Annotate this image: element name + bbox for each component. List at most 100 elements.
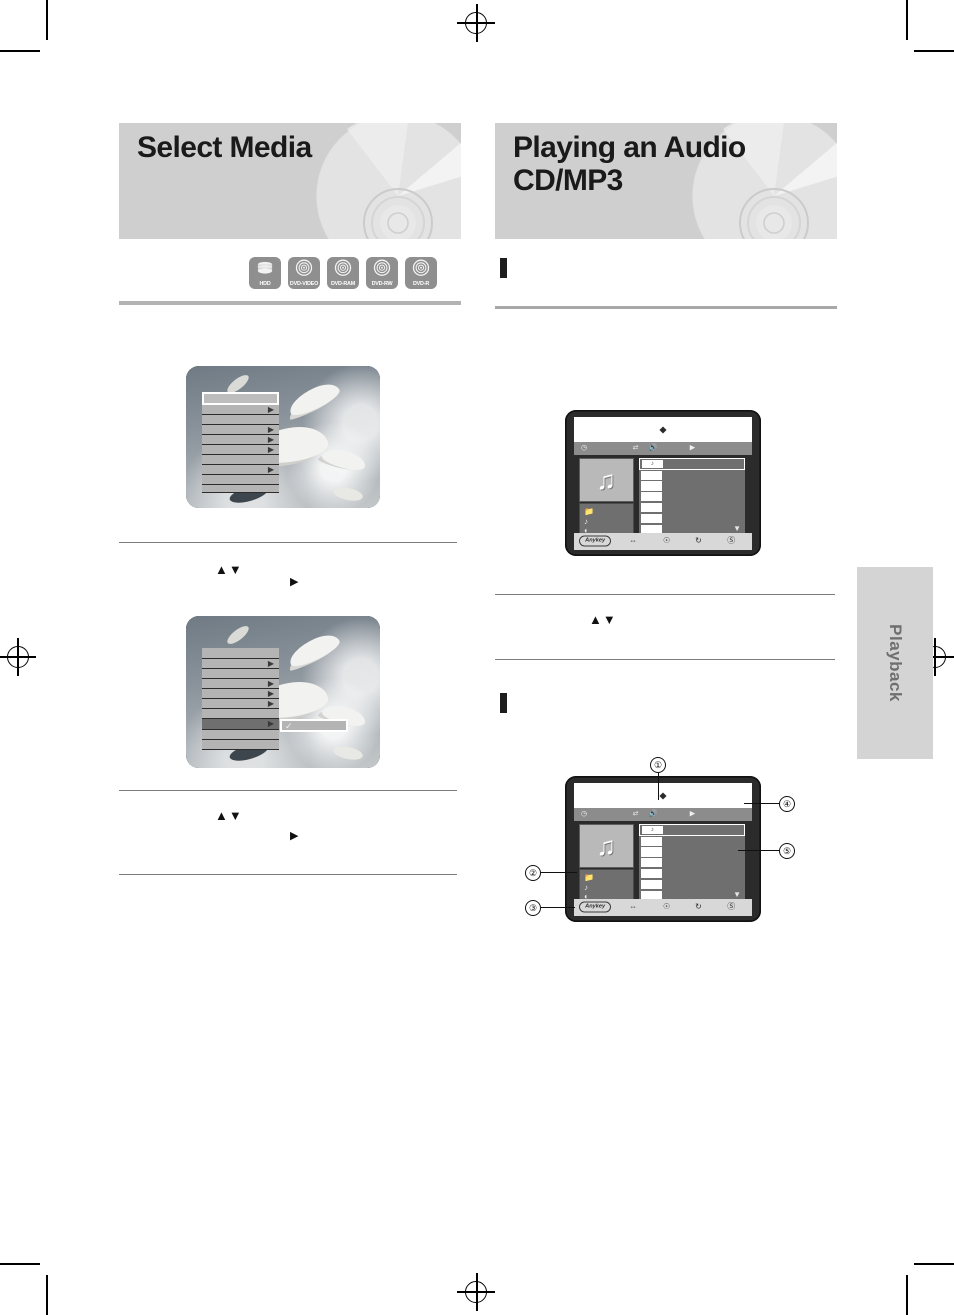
repeat-icon[interactable]: ☉	[663, 903, 670, 911]
osd-menu-item[interactable]: ▶	[202, 445, 279, 455]
player-titlebar	[573, 417, 753, 443]
anykey-button[interactable]: Anykey	[579, 901, 612, 913]
music-note-icon: ♫	[596, 465, 616, 496]
play-icon[interactable]: ▶	[690, 445, 695, 452]
shuffle-icon[interactable]: ⇄	[633, 811, 639, 818]
folder-icon[interactable]: 📁	[584, 508, 594, 516]
chapter-side-tab-label: Playback	[886, 624, 905, 702]
crop-mark-bottom-left-v	[46, 1275, 48, 1315]
crop-mark-bottom-right-h	[914, 1263, 954, 1265]
track-thumbnail: ♪	[642, 459, 663, 468]
track-list[interactable]: ♪ ▼	[639, 458, 746, 536]
track-thumbnail	[641, 858, 663, 868]
callout-marker-3: ③	[525, 900, 541, 916]
check-icon: ✓	[285, 721, 293, 731]
track-list-row[interactable]	[639, 836, 745, 847]
callout-marker-4: ④	[779, 796, 795, 812]
step-glyph-updown-2: ▲▼	[215, 808, 243, 823]
chevron-right-icon: ▶	[267, 678, 274, 688]
info-icon[interactable]: Ⓢ	[727, 903, 735, 911]
left-section-divider	[119, 301, 461, 305]
right-step-divider-1	[495, 594, 835, 595]
osd-menu-item[interactable]: ▶	[202, 679, 279, 689]
osd-menu-item[interactable]	[202, 485, 279, 493]
disc-compatibility-badges: HDD DVD-VIDEO DVD-RAM DVD-RW DVD-R	[249, 257, 437, 289]
osd-submenu-option[interactable]: ✓	[280, 719, 348, 732]
osd-menu-item[interactable]	[202, 669, 279, 679]
music-file-icon[interactable]: ♪	[584, 517, 588, 526]
osd-menu-item[interactable]: ▶	[202, 689, 279, 699]
step-glyph-right-2: ▶	[290, 830, 299, 842]
track-list-row[interactable]: ♪	[639, 458, 746, 470]
step-glyph-right-1: ▶	[290, 576, 299, 588]
right-section-divider-1	[495, 306, 837, 309]
track-list-row[interactable]	[639, 481, 745, 492]
disc-icon	[334, 259, 352, 276]
chevron-right-icon: ▶	[267, 464, 274, 474]
osd-menu-item[interactable]: ▶	[202, 699, 279, 709]
osd-menu-item[interactable]: ▶	[202, 405, 279, 415]
dvd-disc-illustration	[315, 123, 461, 239]
play-icon[interactable]: ▶	[690, 811, 695, 818]
anykey-button[interactable]: Anykey	[579, 535, 612, 547]
rotate-icon[interactable]: ↻	[695, 903, 702, 911]
audio-cd-mp3-player-screen: ◷ ⇄ 🔊 ▶ ♫ 📁 ♪ ◐ ♪ ▼ Anykey ⇔ ☉ ↻ Ⓢ	[565, 410, 761, 556]
clock-icon[interactable]: ◷	[581, 811, 587, 818]
osd-menu-item[interactable]: ▶	[202, 435, 279, 445]
repeat-icon[interactable]: ☉	[663, 537, 670, 545]
audio-cd-mp3-player-screen-annotated: ◷ ⇄ 🔊 ▶ ♫ 📁 ♪ ◐ ♪ ▼ Anykey ⇔ ☉ ↻ Ⓢ	[565, 776, 761, 922]
right-chapter-banner: Playing an Audio CD/MP3	[495, 123, 837, 239]
osd-menu-item[interactable]	[202, 415, 279, 425]
folder-icon[interactable]: 📁	[584, 874, 594, 882]
track-thumbnail: ♪	[642, 825, 663, 834]
osd-menu-item[interactable]: ▶	[202, 465, 279, 475]
player-toolbar: ◷ ⇄ 🔊 ▶	[573, 808, 753, 821]
chevron-right-icon: ▶	[267, 434, 274, 444]
callout-leader-2	[541, 872, 577, 874]
callout-marker-1: ①	[650, 757, 666, 773]
osd-menu-item[interactable]: ▶	[202, 659, 279, 669]
callout-leader-1	[657, 773, 659, 800]
speaker-icon[interactable]: 🔊	[649, 811, 658, 818]
diamond-icon	[659, 792, 667, 800]
track-list-row[interactable]	[639, 502, 745, 513]
zoom-icon[interactable]: ⇔	[629, 537, 637, 545]
clock-icon[interactable]: ◷	[581, 445, 587, 452]
rotate-icon[interactable]: ↻	[695, 537, 702, 545]
osd-menu-panel: ▶ ▶ ▶ ▶ ▶	[202, 392, 279, 493]
zoom-icon[interactable]: ⇔	[629, 903, 637, 911]
track-list-row[interactable]	[639, 857, 745, 868]
track-list-row[interactable]	[639, 847, 745, 858]
disc-badge-label: DVD-RW	[371, 281, 393, 287]
chevron-right-icon: ▶	[267, 719, 274, 728]
album-artwork-panel: ♫	[578, 824, 634, 868]
callout-marker-5: ⑤	[779, 843, 795, 859]
track-list-row[interactable]	[639, 513, 745, 524]
osd-menu-item[interactable]	[202, 740, 279, 750]
chevron-right-icon: ▶	[267, 424, 274, 434]
shuffle-icon[interactable]: ⇄	[633, 445, 639, 452]
info-icon[interactable]: Ⓢ	[727, 537, 735, 545]
osd-menu-item[interactable]	[202, 475, 279, 485]
osd-menu-item-highlighted[interactable]: ▶	[202, 719, 279, 730]
reg-mark-bottom-circle	[465, 1281, 487, 1303]
track-thumbnail	[641, 503, 663, 513]
osd-menu-item[interactable]: ▶	[202, 425, 279, 435]
music-file-icon[interactable]: ♪	[584, 883, 588, 892]
track-list-row[interactable]: ♪	[639, 824, 746, 836]
track-list[interactable]: ♪ ▼	[639, 824, 746, 902]
track-list-row[interactable]	[639, 879, 745, 890]
right-step-divider-2	[495, 659, 835, 660]
osd-menu-item[interactable]	[202, 709, 279, 719]
track-list-row[interactable]	[639, 868, 745, 879]
osd-menu-item[interactable]	[202, 392, 279, 405]
osd-menu-item[interactable]	[202, 648, 279, 659]
chevron-right-icon: ▶	[267, 404, 274, 414]
track-list-row[interactable]	[639, 470, 745, 481]
crop-mark-top-left-h	[0, 50, 40, 52]
crop-mark-top-left-v	[46, 0, 48, 40]
track-list-row[interactable]	[639, 491, 745, 502]
speaker-icon[interactable]: 🔊	[649, 445, 658, 452]
osd-menu-item[interactable]	[202, 730, 279, 740]
osd-menu-item[interactable]	[202, 455, 279, 465]
